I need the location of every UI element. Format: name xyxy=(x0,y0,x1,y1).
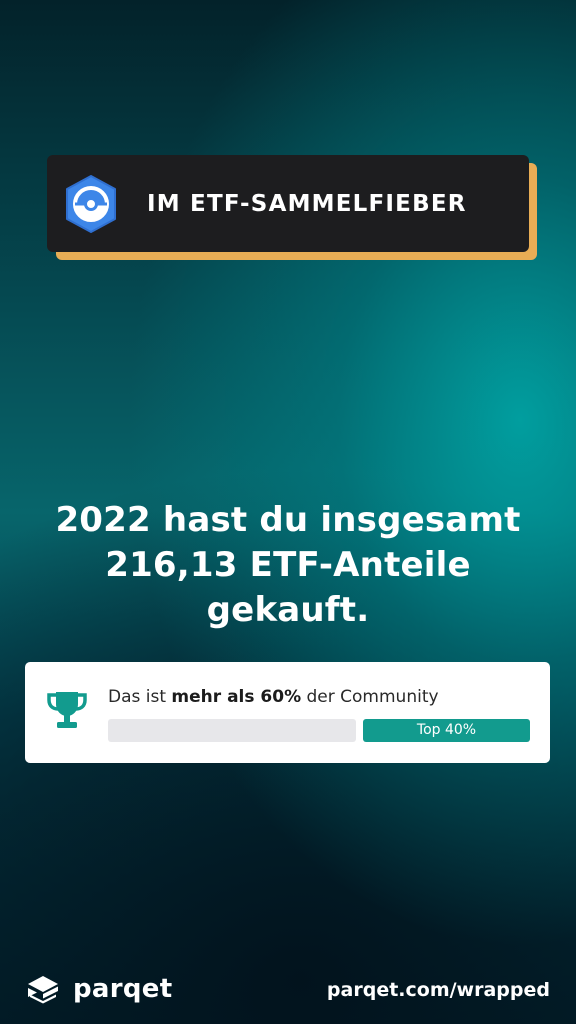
headline-line-1: 2022 hast du insgesamt xyxy=(55,500,521,540)
community-card: Das ist mehr als 60% der Community Top 4… xyxy=(25,662,550,763)
headline-line-2: 216,13 ETF-Anteile xyxy=(105,545,471,585)
comparison-prefix: Das ist xyxy=(108,687,172,707)
badge-title: IM ETF-SAMMELFIEBER xyxy=(147,190,467,217)
comparison-highlight: mehr als 60% xyxy=(171,687,302,707)
parqet-logo-icon xyxy=(28,976,58,1004)
parqet-logo[interactable]: parqet xyxy=(24,974,172,1004)
headline: 2022 hast du insgesamt 216,13 ETF-Anteil… xyxy=(20,498,556,633)
rank-bar-track xyxy=(108,719,356,742)
wrapped-url-link[interactable]: parqet.com/wrapped xyxy=(327,978,550,1002)
trophy-icon xyxy=(43,686,91,734)
rank-bar-fill: Top 40% xyxy=(363,719,530,742)
community-comparison-text: Das ist mehr als 60% der Community xyxy=(108,687,439,707)
achievement-badge: IM ETF-SAMMELFIEBER xyxy=(47,155,529,252)
pokeball-hexagon-icon xyxy=(61,174,121,234)
comparison-suffix: der Community xyxy=(301,687,439,707)
brand-name: parqet xyxy=(73,974,173,1004)
headline-line-3: gekauft. xyxy=(206,590,370,630)
